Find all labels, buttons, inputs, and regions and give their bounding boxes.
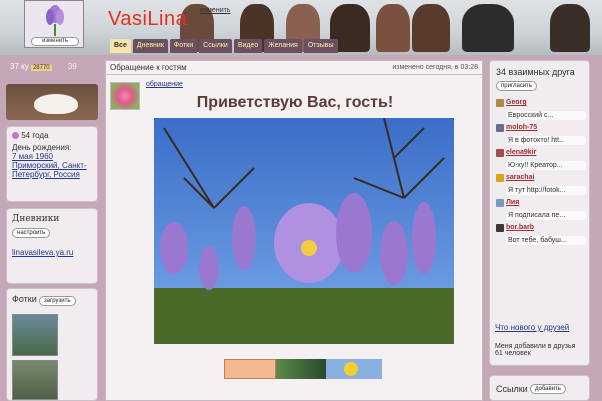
horse-image (376, 4, 410, 52)
friend-avatar-icon (496, 174, 504, 182)
tab-diary[interactable]: Дневник (132, 39, 168, 53)
stat-left: 37 ку (10, 62, 29, 71)
friend-message: Ю-ху!! Креатор... (506, 161, 586, 170)
friend-avatar-icon (496, 99, 504, 107)
cat-photo[interactable] (6, 84, 98, 120)
profile-info-box: 54 года День рождения: 7 мая 1960 Примор… (6, 126, 98, 202)
tab-all[interactable]: Все (110, 39, 131, 53)
site-name[interactable]: VasiLina (108, 8, 187, 31)
diaries-title: Дневники (12, 214, 60, 224)
diaries-box: Дневники настроить linavasileva.ya.ru (6, 208, 98, 284)
age-text: 54 года (21, 131, 49, 140)
horse-image (550, 4, 590, 52)
post-tag-link[interactable]: обращение (146, 81, 183, 88)
crocus-avatar-icon (46, 5, 64, 36)
friend-message: Я в фотокто! htt... (506, 136, 586, 145)
stats-line: 37 ку 28770 39 (10, 62, 77, 71)
photos-box: Фотки загрузить (6, 288, 98, 401)
horse-image (412, 4, 450, 52)
section-bar: Обращение к гостям изменено сегодня, в 0… (106, 61, 482, 75)
header-change-link[interactable]: изменить (200, 7, 230, 14)
diary-link[interactable]: linavasileva.ya.ru (12, 248, 92, 257)
friend-message: Вот тебе, бабуш... (506, 236, 586, 245)
friend-name-link[interactable]: moloh-75 (506, 124, 537, 131)
friend-name-link[interactable]: bor.barb (506, 224, 534, 231)
photo-thumbnail[interactable] (12, 360, 58, 400)
decor-strip (224, 359, 382, 379)
friend-message: Евросский с... (506, 111, 586, 120)
friend-avatar-icon (496, 224, 504, 232)
friend-avatar-icon (496, 124, 504, 132)
birthday-date-link[interactable]: 7 мая 1960 (12, 152, 92, 161)
tab-wishes[interactable]: Желания (264, 39, 302, 53)
invite-button[interactable]: пригласить (496, 81, 538, 91)
cat-image (34, 94, 78, 114)
photo-thumbnail[interactable] (12, 314, 58, 356)
stat-count: 28770 (30, 65, 52, 71)
friend-name-link[interactable]: elena9kir (506, 149, 536, 156)
tab-links[interactable]: Ссылки (199, 39, 232, 53)
photos-title: Фотки (12, 294, 37, 304)
friend-avatar-icon (496, 199, 504, 207)
tab-reviews[interactable]: Отзывы (303, 39, 338, 53)
friend-avatar-icon (496, 149, 504, 157)
add-link-button[interactable]: добавить (530, 384, 566, 394)
female-icon (12, 132, 19, 140)
main-panel: Обращение к гостям изменено сегодня, в 0… (105, 60, 483, 401)
sun-icon (344, 362, 358, 376)
friend-name-link[interactable]: sarachai (506, 174, 534, 181)
birthday-label: День рождения: (12, 143, 72, 152)
links-title: Ссылки (496, 384, 528, 394)
friend-name-link[interactable]: Лия (506, 199, 519, 206)
horse-image (462, 4, 514, 52)
header-banner: изменить VasiLina изменить Все Дневник Ф… (0, 0, 602, 55)
nav-tabs: Все Дневник Фотки Ссылки Видео Желания О… (110, 39, 338, 53)
tab-photos[interactable]: Фотки (169, 39, 198, 53)
upload-button[interactable]: загрузить (38, 296, 76, 306)
friend-message: Я тут http://fotok... (506, 186, 586, 195)
edited-time: изменено сегодня, в 03:28 (392, 64, 478, 71)
friends-box: 34 взаимных друга пригласить Georg Евросс… (489, 60, 590, 366)
section-title: Обращение к гостям (110, 63, 187, 72)
whats-new-link[interactable]: Что нового у друзей (495, 323, 569, 332)
crocus-photo[interactable] (154, 118, 454, 344)
stat-right: 39 (67, 62, 77, 71)
links-box: Ссылки добавить (489, 375, 590, 401)
avatar[interactable]: изменить (24, 0, 84, 48)
greeting-heading: Приветствую Вас, гость! (196, 94, 394, 111)
added-me-text: Меня добавили в друзья 61 человек (495, 343, 576, 357)
tab-video[interactable]: Видео (233, 39, 263, 53)
avatar-change-button[interactable]: изменить (31, 37, 79, 46)
configure-button[interactable]: настроить (12, 228, 51, 238)
birthday-city-link[interactable]: Приморский, Санкт-Петербург, Россия (12, 161, 94, 179)
friend-message: Я подписала пе... (506, 211, 586, 220)
friend-name-link[interactable]: Georg (506, 99, 527, 106)
friends-title: 34 взаимных друга (496, 67, 575, 77)
